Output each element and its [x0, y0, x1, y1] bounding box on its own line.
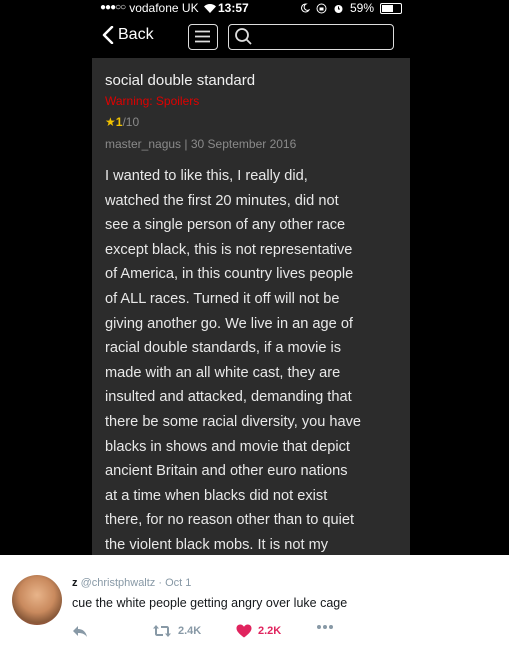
spoiler-warning: Warning: Spoilers	[105, 94, 200, 108]
retweet-button[interactable]: 2.4K	[152, 624, 201, 638]
signal-icon: ●●●○○	[100, 2, 126, 13]
carrier-area: ●●●○○ vodafone UK	[100, 0, 217, 16]
more-icon	[317, 625, 333, 629]
avatar[interactable]	[12, 575, 62, 625]
app-navbar: Back	[92, 16, 410, 58]
rotation-lock-icon	[316, 3, 327, 13]
tweet-header: z @christphwaltz · Oct 1	[72, 577, 191, 589]
status-bar: ●●●○○ vodafone UK 13:57 59%	[0, 0, 509, 16]
retweet-count: 2.4K	[178, 625, 202, 637]
reply-button[interactable]	[72, 624, 88, 638]
tweet-author-name[interactable]: z	[72, 577, 78, 589]
search-input[interactable]	[228, 24, 394, 50]
phone-screenshot: ●●●○○ vodafone UK 13:57 59% Back social …	[0, 0, 509, 555]
chevron-left-icon	[102, 26, 114, 44]
review-body: I wanted to like this, I really did, wat…	[105, 168, 362, 553]
hamburger-menu-icon	[195, 30, 210, 43]
tweet-text: cue the white people getting angry over …	[72, 596, 348, 610]
retweet-icon	[153, 625, 171, 637]
review-author[interactable]: master_nagus	[105, 137, 181, 151]
rating-max: /10	[122, 115, 140, 129]
heart-icon	[236, 624, 252, 638]
tweet-date[interactable]: Oct 1	[165, 577, 191, 589]
battery-percent: 59%	[350, 1, 375, 15]
tweet-actions: 2.4K 2.2K	[72, 624, 352, 642]
search-icon	[235, 28, 252, 45]
carrier-label: vodafone UK	[129, 1, 199, 15]
moon-icon	[301, 3, 310, 13]
status-time: 13:57	[218, 1, 249, 15]
like-count: 2.2K	[258, 625, 282, 637]
wifi-icon	[203, 3, 216, 13]
meta-separator: |	[184, 137, 188, 151]
tweet: z @christphwaltz · Oct 1 cue the white p…	[0, 555, 509, 660]
review-rating: ★1/10	[105, 115, 139, 129]
tweet-dot: ·	[158, 577, 163, 589]
alarm-icon	[334, 4, 343, 13]
more-button[interactable]	[316, 624, 334, 630]
tweet-handle[interactable]: @christphwaltz	[81, 577, 156, 589]
back-label: Back	[118, 26, 154, 43]
battery-icon	[380, 2, 403, 14]
like-button[interactable]: 2.2K	[236, 624, 281, 638]
review-meta: master_nagus | 30 September 2016	[105, 137, 296, 151]
reply-icon	[73, 626, 87, 637]
review-panel: social double standard Warning: Spoilers…	[92, 58, 410, 555]
review-title: social double standard	[105, 72, 256, 89]
status-right: 59%	[300, 0, 403, 16]
star-icon: ★	[105, 115, 116, 129]
menu-button[interactable]	[188, 24, 218, 50]
back-button[interactable]: Back	[102, 26, 154, 44]
review-date: 30 September 2016	[190, 137, 297, 151]
